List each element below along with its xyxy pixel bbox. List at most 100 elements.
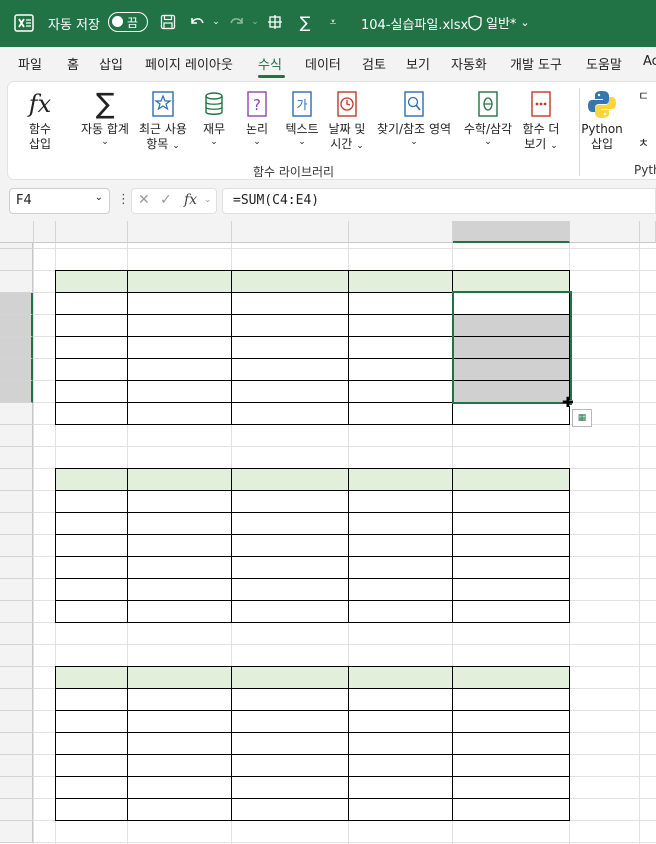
touch-mode-icon[interactable] [264,11,286,33]
value-cell[interactable] [453,755,569,776]
value-cell[interactable] [232,491,348,512]
store-name-cell[interactable] [56,535,127,556]
row-header[interactable] [0,271,33,293]
redo-dropdown-icon[interactable]: ⌄ [244,11,266,33]
value-cell[interactable] [349,557,452,578]
row-header[interactable] [0,359,33,381]
tab-formulas[interactable]: 수식 [258,54,282,73]
tab-home[interactable]: 홈 [67,54,79,73]
value-cell[interactable] [232,777,348,798]
value-cell[interactable] [349,381,452,402]
column-header[interactable] [232,221,349,243]
value-cell[interactable] [128,513,231,534]
row-header[interactable] [0,513,33,535]
row-header[interactable] [0,403,33,425]
table-header-cell[interactable] [453,469,569,490]
tab-automate[interactable]: 자동화 [451,54,487,73]
value-cell[interactable] [128,777,231,798]
column-header[interactable] [128,221,232,243]
tab-data[interactable]: 데이터 [305,54,341,73]
store-name-cell[interactable] [56,777,127,798]
column-header[interactable] [34,221,56,243]
value-cell[interactable] [128,689,231,710]
store-name-cell[interactable] [56,315,127,336]
datetime-button[interactable]: 날짜 및 시간 ⌄ [327,88,367,154]
spreadsheet-grid[interactable]: ▦ ✚ [0,221,656,844]
value-cell[interactable] [349,777,452,798]
value-cell[interactable] [128,381,231,402]
value-cell[interactable] [232,293,348,314]
store-name-cell[interactable] [56,689,127,710]
table-header-cell[interactable] [232,469,348,490]
tab-insert[interactable]: 삽입 [99,54,123,73]
value-cell[interactable] [349,733,452,754]
value-cell[interactable] [453,535,569,556]
value-cell[interactable] [453,579,569,600]
store-name-cell[interactable] [56,557,127,578]
row-header[interactable] [0,645,33,667]
total-value-cell[interactable] [128,601,231,622]
lookup-reference-button[interactable]: 찾기/참조 영역 ⌄ [372,88,456,147]
value-cell[interactable] [128,293,231,314]
store-name-cell[interactable] [56,381,127,402]
row-header[interactable] [0,623,33,645]
store-name-cell[interactable] [56,491,127,512]
column-header[interactable] [56,221,128,243]
fx-icon[interactable]: fx [184,192,197,208]
more-functions-button[interactable]: 함수 더 보기 ⌄ [518,88,564,154]
value-cell[interactable] [232,711,348,732]
value-cell[interactable] [453,777,569,798]
value-cell[interactable] [232,689,348,710]
financial-button[interactable]: 재무 ⌄ [198,88,230,147]
value-cell[interactable] [232,733,348,754]
autosave-toggle[interactable]: 끔 [108,12,148,32]
insert-python-button[interactable]: Python 삽입 [581,88,623,152]
total-value-cell[interactable] [232,403,348,424]
enter-icon[interactable]: ✓ [160,192,172,208]
value-cell[interactable] [128,491,231,512]
row-header[interactable] [0,337,33,359]
value-cell[interactable] [453,689,569,710]
table-header-cell[interactable] [56,271,127,292]
store-name-cell[interactable] [56,337,127,358]
value-cell[interactable] [349,579,452,600]
value-cell[interactable] [453,733,569,754]
table-header-cell[interactable] [128,469,231,490]
side-item-1[interactable]: ㄷ [638,87,649,104]
value-cell[interactable] [453,491,569,512]
value-cell[interactable] [128,535,231,556]
select-all-corner[interactable] [0,221,34,243]
table-header-cell[interactable] [453,667,569,688]
row-header[interactable] [0,667,33,689]
table-header-cell[interactable] [56,667,127,688]
value-cell[interactable] [232,315,348,336]
row-header[interactable] [0,249,33,271]
store-name-cell[interactable] [56,755,127,776]
value-cell[interactable] [349,315,452,336]
table-header-cell[interactable] [232,667,348,688]
store-name-cell[interactable] [56,579,127,600]
more-options-icon[interactable]: ⋮ [117,192,130,207]
table-header-cell[interactable] [128,271,231,292]
value-cell[interactable] [232,557,348,578]
autosum-button[interactable]: ∑ 자동 합계 ⌄ [74,88,136,148]
store-name-cell[interactable] [56,359,127,380]
undo-dropdown-icon[interactable]: ⌄ [205,11,227,33]
math-trig-button[interactable]: 수학/삼각 ⌄ [460,88,516,147]
tab-file[interactable]: 파일 [18,54,42,73]
row-header[interactable] [0,579,33,601]
row-header[interactable] [0,777,33,799]
row-header[interactable] [0,425,33,447]
column-header[interactable] [349,221,453,243]
text-functions-button[interactable]: 가 텍스트 ⌄ [282,88,322,147]
value-cell[interactable] [128,315,231,336]
row-header[interactable] [0,315,33,337]
table-header-cell[interactable] [453,271,569,292]
value-cell[interactable] [349,689,452,710]
value-cell[interactable] [128,557,231,578]
value-cell[interactable] [128,755,231,776]
insert-function-button[interactable]: fx 함수 삽입 [20,88,60,152]
value-cell[interactable] [128,579,231,600]
total-value-cell[interactable] [128,799,231,820]
value-cell[interactable] [349,535,452,556]
